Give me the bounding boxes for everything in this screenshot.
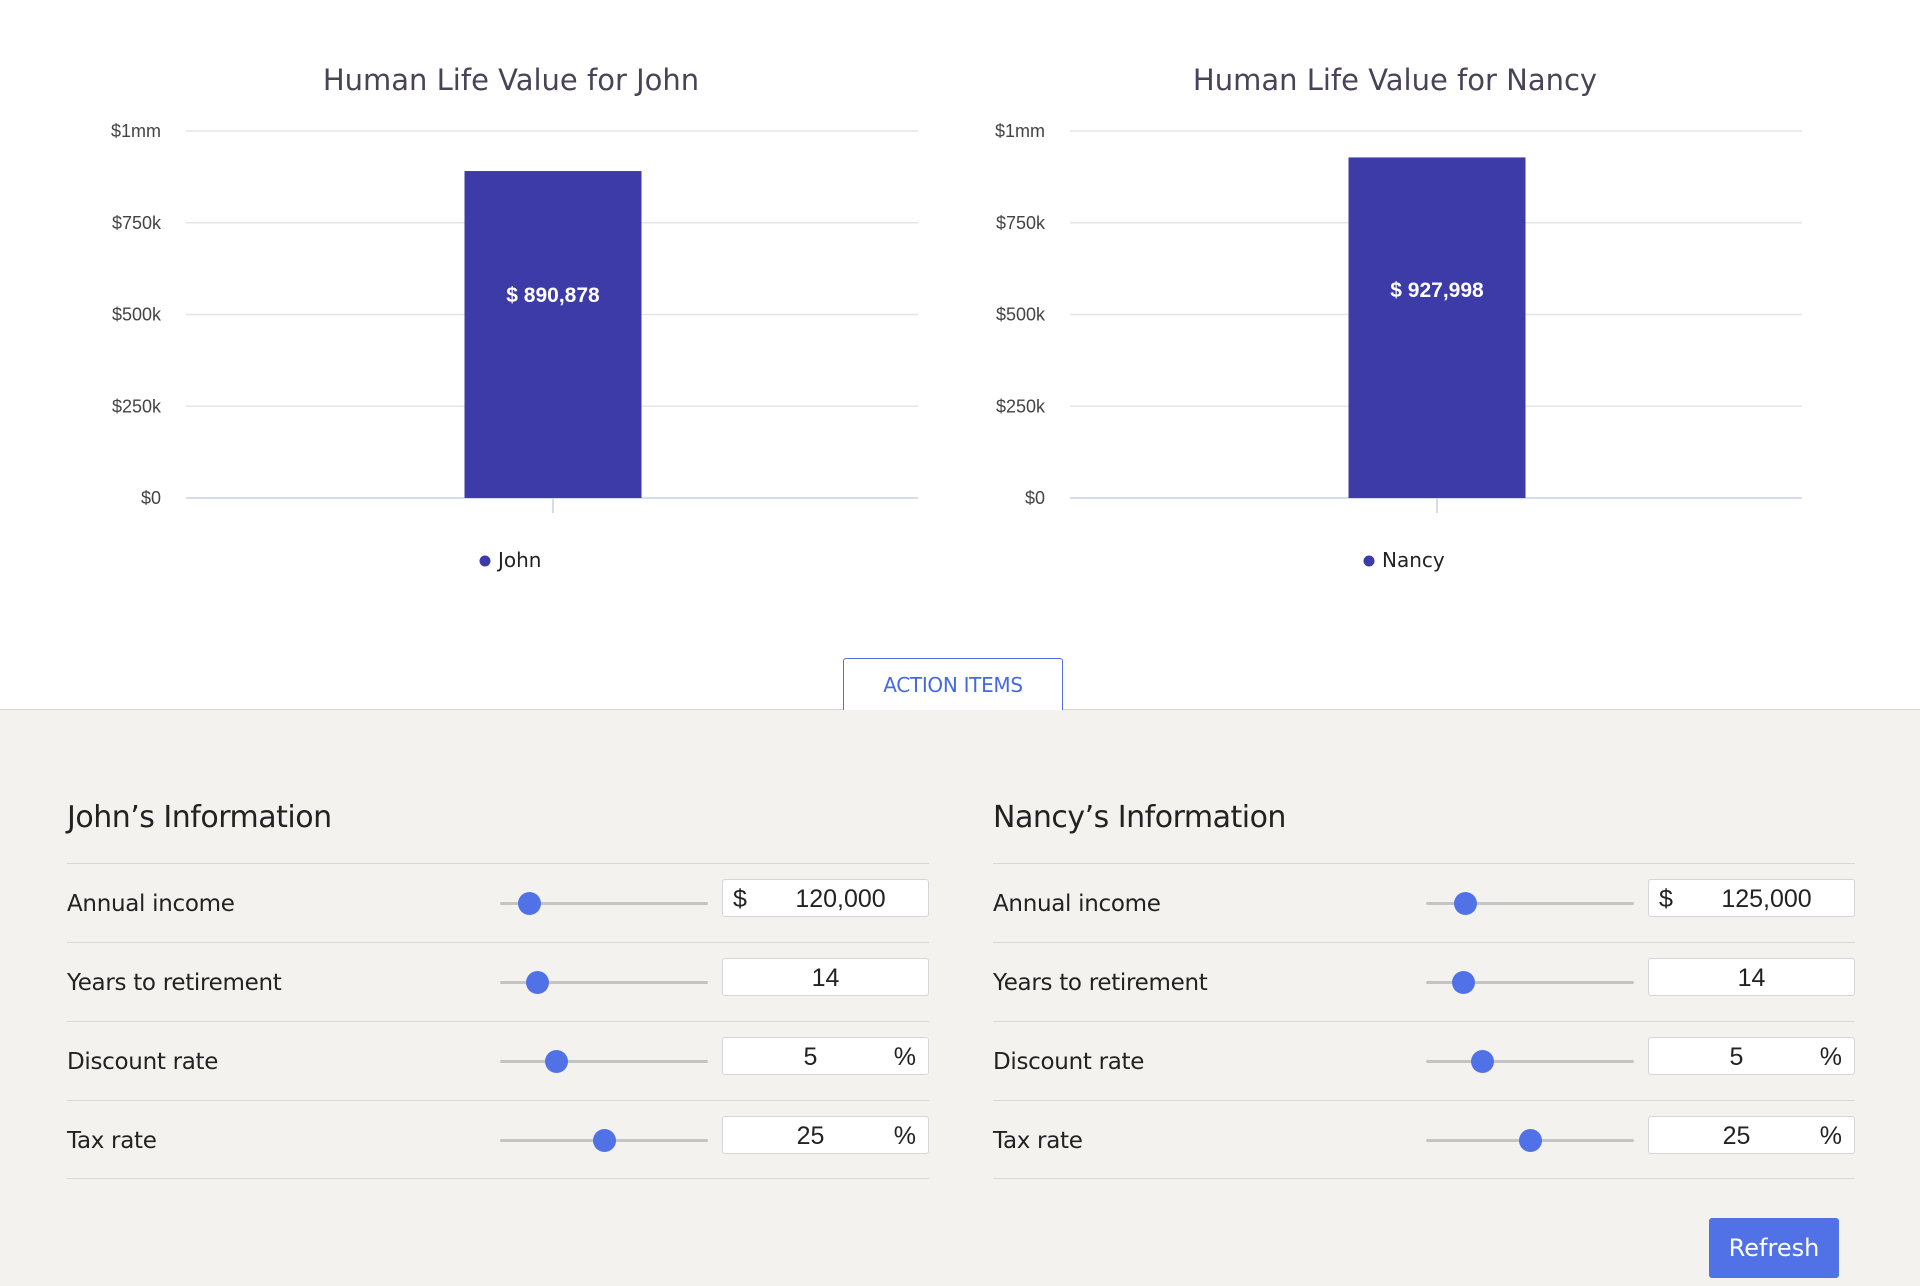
percent-suffix: % <box>1819 1122 1842 1150</box>
legend-marker <box>1363 555 1375 567</box>
bar-nancy <box>1348 157 1526 498</box>
chart-title: Human Life Value for John <box>323 63 699 97</box>
annual-income-input[interactable]: $120,000 <box>722 879 929 917</box>
chart-nancy: Human Life Value for Nancy $0 $250k $500k $7… <box>884 0 1844 620</box>
refresh-button[interactable]: Refresh <box>1709 1218 1839 1278</box>
legend-marker <box>479 555 491 567</box>
chart-nancy-svg: Human Life Value for Nancy $0 $250k $500k $7… <box>995 63 1802 572</box>
percent-suffix: % <box>1819 1043 1842 1071</box>
input-value[interactable]: 14 <box>723 959 928 997</box>
slider-thumb[interactable] <box>1470 1050 1494 1073</box>
years-to-retirement-slider[interactable] <box>1426 943 1634 1022</box>
input-value[interactable]: 120,000 <box>753 880 928 918</box>
discount-rate-label: Discount rate <box>67 1048 219 1075</box>
tax-rate-input[interactable]: 25% <box>1648 1116 1855 1154</box>
legend-label: John <box>496 548 542 572</box>
input-value[interactable]: 5 <box>1649 1038 1824 1076</box>
y-tick-label: $0 <box>1025 488 1045 508</box>
annual-income-slider[interactable] <box>500 864 708 943</box>
row-years-to-retirement: Years to retirement 14 <box>993 942 1855 1021</box>
tax-rate-label: Tax rate <box>67 1127 157 1154</box>
row-annual-income: Annual income $125,000 <box>993 863 1855 942</box>
action-items-button[interactable]: ACTION ITEMS <box>843 658 1063 710</box>
row-tax-rate: Tax rate 25% <box>67 1100 929 1179</box>
y-tick-label: $1mm <box>995 121 1045 141</box>
y-tick-label: $1mm <box>111 121 161 141</box>
input-value[interactable]: 125,000 <box>1679 880 1854 918</box>
slider-thumb[interactable] <box>592 1129 616 1152</box>
percent-suffix: % <box>893 1122 916 1150</box>
input-value[interactable]: 5 <box>723 1038 898 1076</box>
row-years-to-retirement: Years to retirement 14 <box>67 942 929 1021</box>
y-tick-label: $500k <box>112 305 162 325</box>
tax-rate-slider[interactable] <box>500 1101 708 1180</box>
row-discount-rate: Discount rate 5% <box>67 1021 929 1100</box>
y-tick-label: $500k <box>996 305 1046 325</box>
y-tick-label: $750k <box>112 213 162 233</box>
bar-john <box>464 171 642 498</box>
panel-title: John’s Information <box>67 800 332 835</box>
slider-thumb[interactable] <box>1451 971 1475 994</box>
tax-rate-input[interactable]: 25% <box>722 1116 929 1154</box>
chart-title: Human Life Value for Nancy <box>1193 63 1597 97</box>
slider-thumb[interactable] <box>517 892 541 915</box>
slider-thumb[interactable] <box>525 971 549 994</box>
tax-rate-label: Tax rate <box>993 1127 1083 1154</box>
slider-track[interactable] <box>500 1060 708 1063</box>
input-value[interactable]: 25 <box>1649 1117 1824 1155</box>
annual-income-slider[interactable] <box>1426 864 1634 943</box>
chart-john-svg: Human Life Value for John $0 $250k $500k $75… <box>111 63 918 572</box>
tax-rate-slider[interactable] <box>1426 1101 1634 1180</box>
years-to-retirement-label: Years to retirement <box>993 969 1208 996</box>
slider-thumb[interactable] <box>544 1050 568 1073</box>
y-tick-label: $250k <box>996 396 1046 416</box>
row-tax-rate: Tax rate 25% <box>993 1100 1855 1179</box>
discount-rate-slider[interactable] <box>500 1022 708 1101</box>
y-tick-label: $750k <box>996 213 1046 233</box>
discount-rate-input[interactable]: 5% <box>722 1037 929 1075</box>
currency-prefix: $ <box>1659 885 1673 913</box>
y-tick-label: $250k <box>112 396 162 416</box>
slider-thumb[interactable] <box>1454 892 1478 915</box>
years-to-retirement-input[interactable]: 14 <box>1648 958 1855 996</box>
discount-rate-label: Discount rate <box>993 1048 1145 1075</box>
legend: Nancy <box>1363 548 1445 572</box>
row-discount-rate: Discount rate 5% <box>993 1021 1855 1100</box>
charts-section: Human Life Value for John $0 $250k $500k $75… <box>0 0 1920 709</box>
discount-rate-input[interactable]: 5% <box>1648 1037 1855 1075</box>
currency-prefix: $ <box>733 885 747 913</box>
input-value[interactable]: 14 <box>1649 959 1854 997</box>
legend: John <box>479 548 542 572</box>
annual-income-input[interactable]: $125,000 <box>1648 879 1855 917</box>
y-tick-label: $0 <box>141 488 161 508</box>
years-to-retirement-label: Years to retirement <box>67 969 282 996</box>
slider-track[interactable] <box>1426 1060 1634 1063</box>
legend-label: Nancy <box>1382 548 1445 572</box>
annual-income-label: Annual income <box>67 890 235 917</box>
annual-income-label: Annual income <box>993 890 1161 917</box>
slider-thumb[interactable] <box>1518 1129 1542 1152</box>
bar-data-label: $ 927,998 <box>1390 279 1484 302</box>
discount-rate-slider[interactable] <box>1426 1022 1634 1101</box>
bar-data-label: $ 890,878 <box>506 284 600 307</box>
panel-title: Nancy’s Information <box>993 800 1286 835</box>
row-annual-income: Annual income $120,000 <box>67 863 929 942</box>
input-value[interactable]: 25 <box>723 1117 898 1155</box>
years-to-retirement-input[interactable]: 14 <box>722 958 929 996</box>
chart-john: Human Life Value for John $0 $250k $500k $75… <box>0 0 960 620</box>
info-section: John’s Information Annual income $120,000 Y… <box>0 709 1920 1286</box>
percent-suffix: % <box>893 1043 916 1071</box>
years-to-retirement-slider[interactable] <box>500 943 708 1022</box>
